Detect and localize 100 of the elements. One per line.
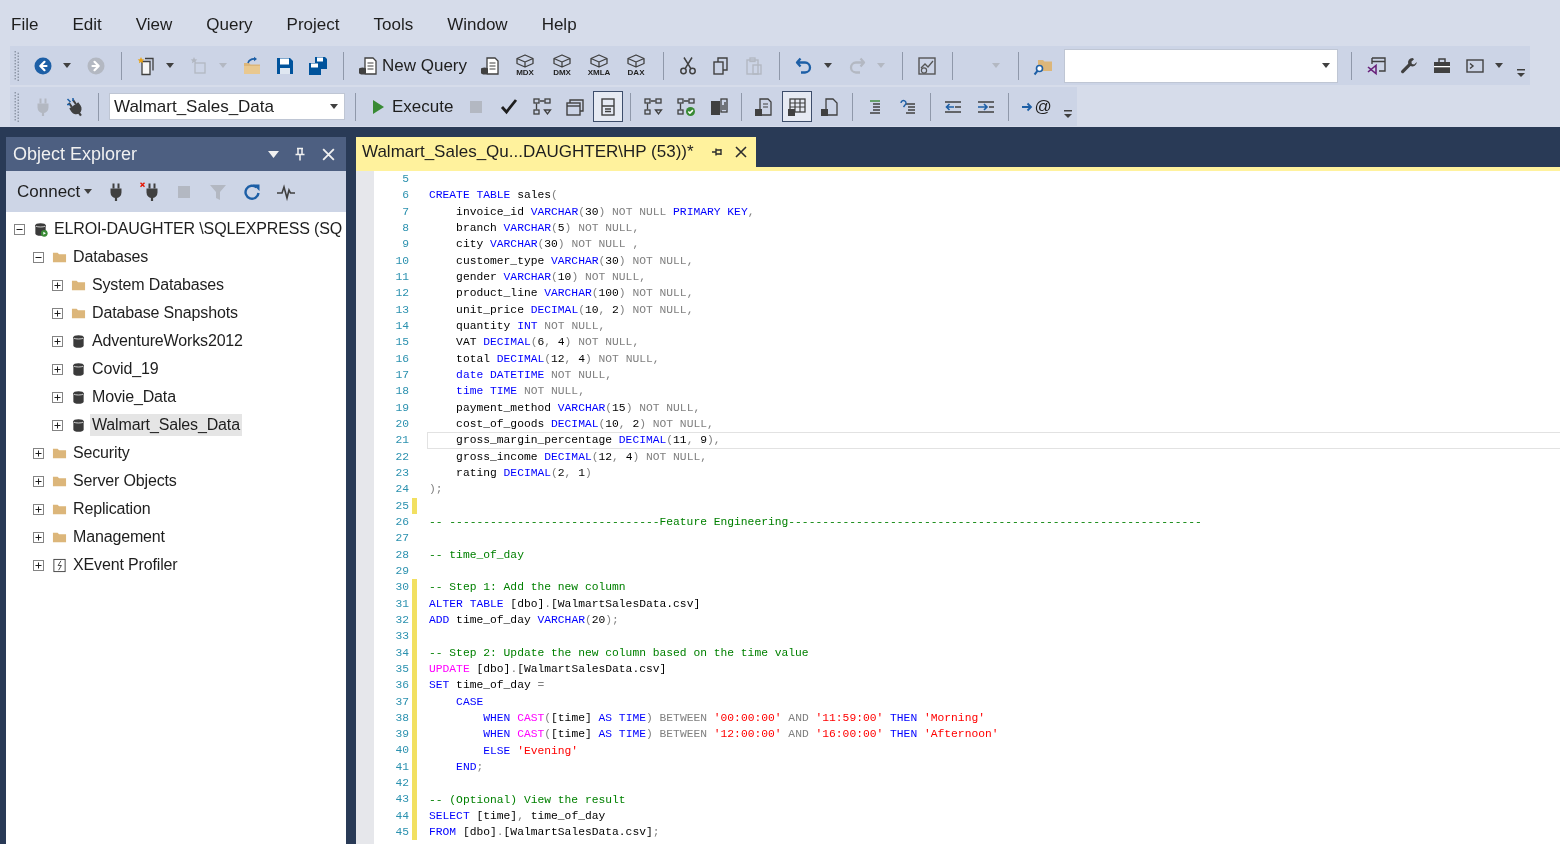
plus-box-icon[interactable] bbox=[33, 475, 44, 487]
query-document-icon bbox=[358, 55, 378, 76]
line-number: 41 bbox=[394, 759, 409, 775]
code-line: rating DECIMAL(2, 1) bbox=[455, 466, 592, 481]
toolbar-overflow-button[interactable] bbox=[1061, 108, 1074, 120]
code-line: time TIME NOT NULL, bbox=[455, 384, 585, 399]
code-line: END; bbox=[455, 759, 484, 774]
code-line: WHEN CAST([time] AS TIME) BETWEEN '00:00:00' AND '11:59:00' THEN 'Morning' bbox=[482, 711, 985, 725]
code-line: VAT DECIMAL(6, 4) NOT NULL, bbox=[455, 335, 640, 350]
menu-item[interactable]: Help bbox=[524, 13, 594, 37]
tree-item[interactable]: Walmart_Sales_Data bbox=[90, 414, 242, 436]
line-number: 14 bbox=[394, 318, 409, 334]
line-number: 11 bbox=[394, 269, 409, 285]
line-number: 17 bbox=[394, 367, 409, 383]
grip-icon[interactable] bbox=[14, 50, 20, 81]
line-number: 33 bbox=[394, 629, 409, 645]
plus-box-icon[interactable] bbox=[33, 503, 44, 515]
code-line: payment_method VARCHAR(15) NOT NULL, bbox=[455, 400, 701, 415]
tree-item[interactable]: System Databases bbox=[90, 274, 226, 296]
line-number: 7 bbox=[401, 204, 409, 220]
menu-item[interactable]: Tools bbox=[356, 13, 431, 37]
tree-item[interactable]: Databases bbox=[71, 246, 151, 268]
caret-icon bbox=[84, 189, 93, 194]
line-number: 29 bbox=[394, 563, 409, 579]
tree-item[interactable]: ELROI-DAUGHTER \SQLEXPRESS (SQ bbox=[52, 218, 344, 240]
plus-box-icon[interactable] bbox=[33, 559, 44, 571]
database-icon bbox=[71, 417, 86, 433]
tree-item[interactable]: Replication bbox=[71, 498, 153, 520]
template-parameters-button[interactable]: @ bbox=[1016, 91, 1057, 122]
xmla-query-button[interactable]: XMLA bbox=[582, 50, 617, 81]
plus-box-icon[interactable] bbox=[52, 335, 63, 347]
database-dropdown[interactable]: Walmart_Sales_Data bbox=[109, 93, 345, 120]
menu-item[interactable]: Project bbox=[269, 13, 357, 37]
menu-item[interactable]: Window bbox=[430, 13, 525, 37]
grip-icon[interactable] bbox=[14, 91, 20, 122]
plus-box-icon[interactable] bbox=[52, 279, 63, 291]
pin-icon[interactable] bbox=[293, 146, 307, 162]
tree-item[interactable]: Database Snapshots bbox=[90, 302, 240, 324]
caret-icon[interactable] bbox=[268, 150, 279, 158]
minus-box-icon[interactable] bbox=[33, 251, 44, 263]
tree-item[interactable]: Server Objects bbox=[71, 470, 179, 492]
line-number: 44 bbox=[394, 808, 409, 824]
tree-item[interactable]: Movie_Data bbox=[90, 386, 178, 408]
new-query-button[interactable]: New Query bbox=[353, 50, 473, 81]
search-field[interactable] bbox=[1064, 48, 1339, 83]
menu-item[interactable]: Query bbox=[189, 13, 270, 37]
plus-box-icon[interactable] bbox=[33, 447, 44, 459]
plus-box-icon[interactable] bbox=[33, 531, 44, 543]
database-icon bbox=[71, 333, 86, 349]
code-line: -- Step 2: Update the new column based on the time value bbox=[429, 645, 809, 660]
line-number: 28 bbox=[394, 547, 409, 563]
line-number: 12 bbox=[394, 286, 409, 302]
plus-box-icon[interactable] bbox=[52, 419, 63, 431]
code-line: ALTER TABLE [dbo].[WalmartSalesData.csv] bbox=[429, 596, 701, 611]
line-number: 20 bbox=[394, 416, 409, 432]
menu-item[interactable]: Edit bbox=[55, 13, 119, 37]
line-number: 18 bbox=[394, 384, 409, 400]
document-tab[interactable]: Walmart_Sales_Qu...DAUGHTER\HP (53))* bbox=[356, 137, 756, 167]
plus-box-icon[interactable] bbox=[52, 363, 63, 375]
dmx-query-button[interactable]: DMX bbox=[545, 50, 580, 81]
mdx-query-button[interactable]: MDX bbox=[508, 50, 543, 81]
tree-item[interactable]: Covid_19 bbox=[90, 358, 161, 380]
tree-item[interactable]: Management bbox=[71, 526, 167, 548]
line-number: 13 bbox=[394, 302, 409, 318]
minus-box-icon[interactable] bbox=[14, 223, 25, 235]
line-number: 37 bbox=[394, 694, 409, 710]
line-number: 35 bbox=[394, 661, 409, 677]
code-line: cost_of_goods DECIMAL(10, 2) NOT NULL, bbox=[455, 417, 714, 432]
menu-item[interactable]: View bbox=[118, 13, 190, 37]
line-number: 15 bbox=[394, 335, 409, 351]
line-number: 21 bbox=[394, 433, 409, 449]
plus-box-icon[interactable] bbox=[52, 391, 63, 403]
line-number: 30 bbox=[394, 580, 409, 596]
line-number: 38 bbox=[394, 710, 409, 726]
tree-item[interactable]: AdventureWorks2012 bbox=[90, 330, 245, 352]
tree-item[interactable]: Security bbox=[71, 442, 132, 464]
close-icon[interactable] bbox=[733, 145, 748, 159]
execute-button[interactable]: Execute bbox=[363, 91, 459, 122]
line-number: 32 bbox=[394, 612, 409, 628]
dax-query-button[interactable]: DAX bbox=[619, 50, 654, 81]
code-line: FROM [dbo].[WalmartSalesData.csv]; bbox=[429, 825, 660, 840]
line-number: 24 bbox=[394, 482, 409, 498]
database-icon bbox=[71, 389, 86, 405]
code-line: quantity INT NOT NULL, bbox=[455, 319, 606, 334]
code-line: WHEN CAST([time] AS TIME) BETWEEN '12:00:00' AND '16:00:00' THEN 'Afternoon' bbox=[482, 727, 999, 742]
line-number: 10 bbox=[394, 253, 409, 269]
code-line: city VARCHAR(30) NOT NULL , bbox=[455, 237, 640, 252]
code-line: gross_margin_percentage DECIMAL(11, 9), bbox=[455, 433, 721, 448]
code-line: SET time_of_day = bbox=[429, 678, 545, 693]
menu-item[interactable]: File bbox=[0, 13, 56, 37]
code-line: product_line VARCHAR(100) NOT NULL, bbox=[455, 286, 694, 301]
line-number: 26 bbox=[394, 514, 409, 530]
line-number: 42 bbox=[394, 776, 409, 792]
connect-dropdown-button[interactable]: Connect bbox=[12, 176, 98, 207]
plus-box-icon[interactable] bbox=[52, 307, 63, 319]
line-number: 27 bbox=[394, 531, 409, 547]
tree-item[interactable]: XEvent Profiler bbox=[71, 554, 180, 576]
toolbar-overflow-button[interactable] bbox=[1515, 67, 1528, 79]
line-number: 16 bbox=[394, 351, 409, 367]
code-line: branch VARCHAR(5) NOT NULL, bbox=[455, 221, 640, 236]
